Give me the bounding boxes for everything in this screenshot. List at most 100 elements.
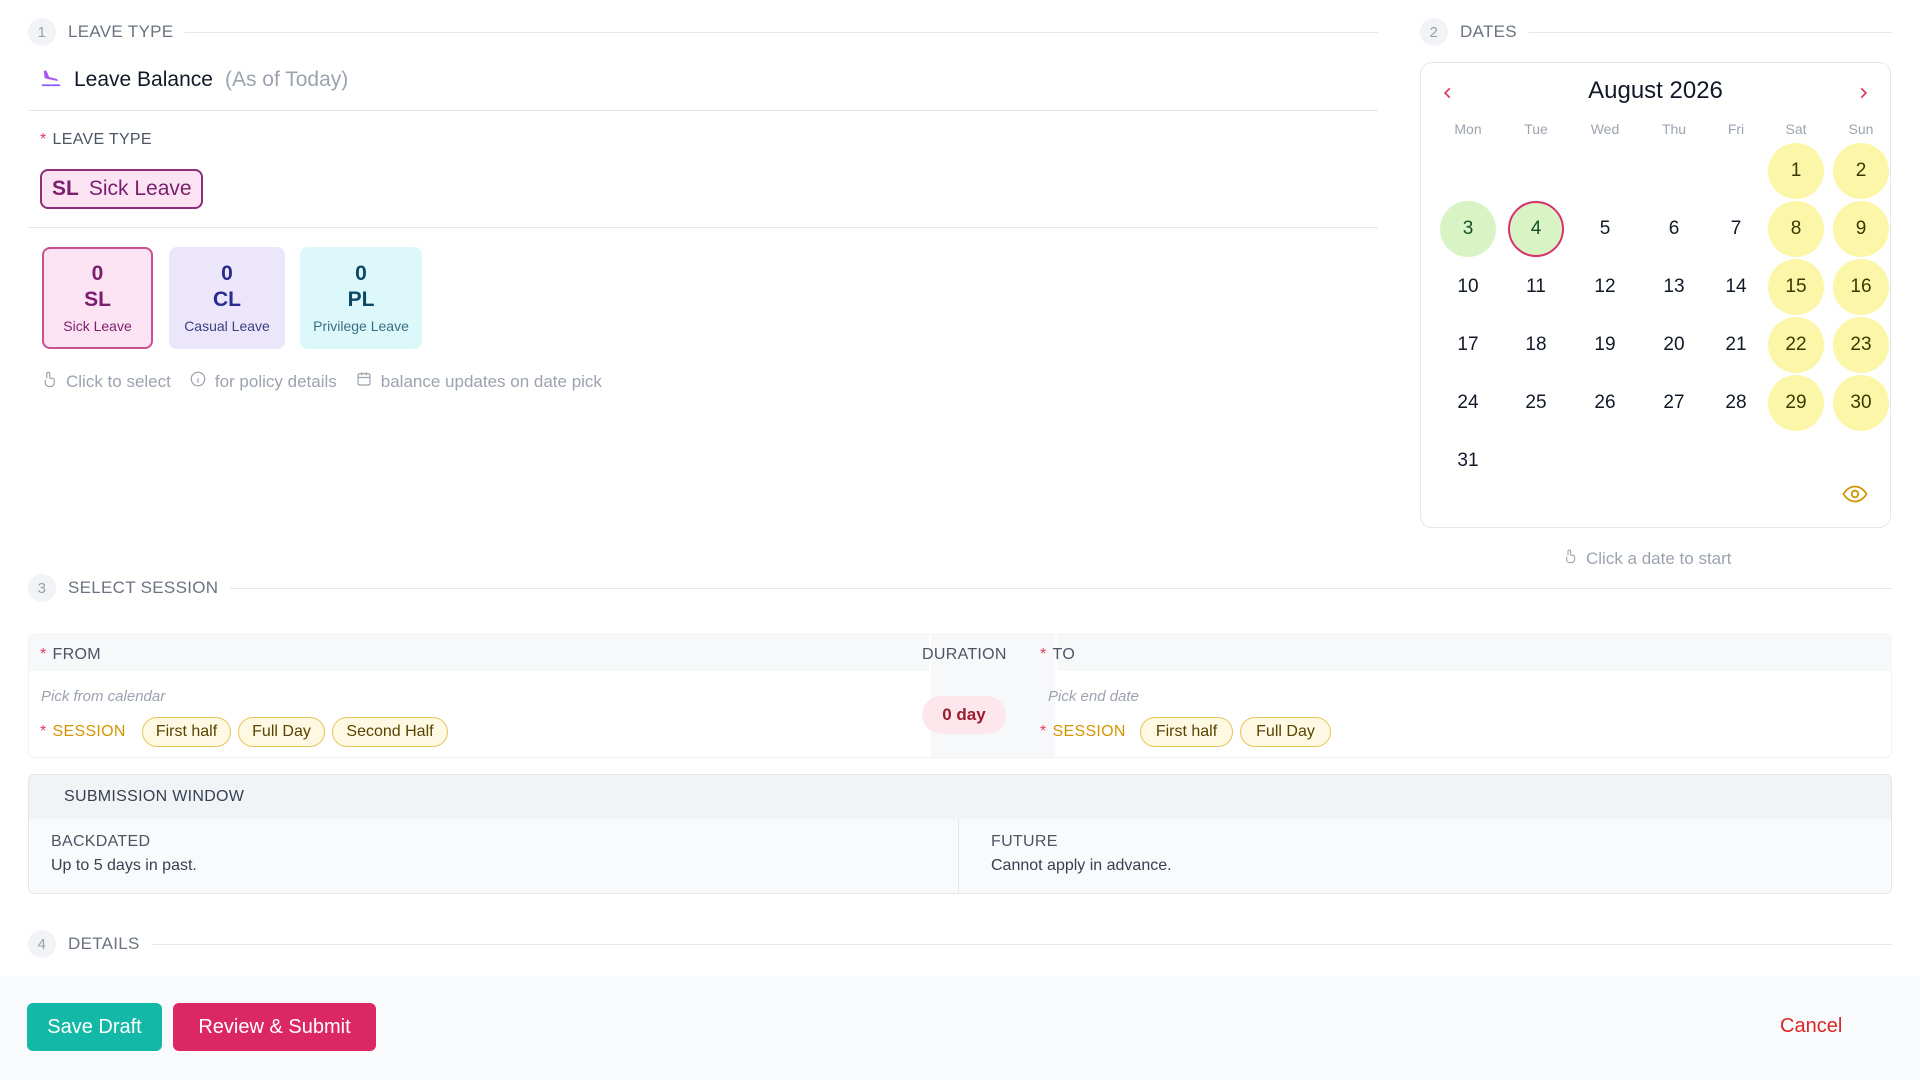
from-label: * FROM	[40, 646, 101, 663]
leave-type-select[interactable]: SL Sick Leave	[40, 169, 203, 209]
calendar-day[interactable]: 12	[1577, 259, 1633, 315]
duration-value: 0 day	[922, 696, 1006, 734]
from-header	[29, 635, 929, 671]
weekday-sat: Sat	[1785, 121, 1807, 137]
calendar-day[interactable]: 3	[1440, 201, 1496, 257]
to-session-label: * SESSION	[1040, 723, 1126, 740]
calendar-day[interactable]: 31	[1440, 433, 1496, 489]
calendar-day[interactable]: 10	[1440, 259, 1496, 315]
calendar-day[interactable]: 20	[1646, 317, 1702, 373]
leave-name: Privilege Leave	[313, 317, 409, 334]
step-number: 3	[28, 574, 56, 602]
calendar-day[interactable]: 17	[1440, 317, 1496, 373]
backdated-text: Up to 5 days in past.	[51, 857, 197, 874]
weekday-fri: Fri	[1727, 121, 1745, 137]
plane-icon	[40, 66, 62, 94]
cancel-button[interactable]: Cancel	[1780, 1015, 1842, 1038]
weekday-thu: Thu	[1661, 121, 1687, 137]
calendar-day[interactable]: 5	[1577, 201, 1633, 257]
weekday-wed: Wed	[1590, 121, 1620, 137]
calendar-day[interactable]: 13	[1646, 259, 1702, 315]
backdated-column: BACKDATED Up to 5 days in past.	[29, 819, 959, 893]
from-first-half-option[interactable]: First half	[142, 717, 231, 747]
leave-card-sick[interactable]: 0 SL Sick Leave	[42, 247, 153, 349]
calendar: August 2026 Mon Tue Wed Thu Fri Sat Sun 123456…	[1420, 62, 1891, 528]
calendar-icon	[355, 370, 373, 393]
weekday-tue: Tue	[1524, 121, 1548, 137]
leave-code: PL	[347, 287, 375, 311]
calendar-day[interactable]: 18	[1508, 317, 1564, 373]
leave-name: Sick Leave	[63, 317, 132, 334]
from-date-field[interactable]: Pick from calendar	[41, 688, 165, 705]
from-full-day-option[interactable]: Full Day	[238, 717, 325, 747]
calendar-day[interactable]: 2	[1833, 143, 1889, 199]
leave-count: 0	[221, 262, 233, 286]
calendar-day[interactable]: 21	[1708, 317, 1764, 373]
leave-type-label: * LEAVE TYPE	[40, 131, 152, 148]
leave-balance-title: Leave Balance (As of Today)	[40, 66, 348, 94]
calendar-day[interactable]: 8	[1768, 201, 1824, 257]
balance-subtitle: (As of Today)	[224, 68, 349, 91]
step-number: 2	[1420, 18, 1448, 46]
calendar-day[interactable]: 24	[1440, 375, 1496, 431]
leave-type-code: SL	[52, 177, 79, 200]
calendar-day[interactable]: 4	[1508, 201, 1564, 257]
calendar-day[interactable]: 23	[1833, 317, 1889, 373]
step-number: 4	[28, 930, 56, 958]
leave-code: SL	[84, 287, 111, 311]
calendar-day[interactable]: 6	[1646, 201, 1702, 257]
calendar-day[interactable]: 1	[1768, 143, 1824, 199]
balance-title: Leave Balance	[74, 68, 213, 91]
step-label: SELECT SESSION	[68, 578, 219, 597]
step-session-header: 3 SELECT SESSION	[28, 574, 1892, 602]
from-session-label: * SESSION	[40, 723, 126, 740]
future-title: FUTURE	[991, 833, 1058, 850]
divider	[151, 943, 1892, 945]
leave-card-casual[interactable]: 0 CL Casual Leave	[169, 247, 285, 349]
future-text: Cannot apply in advance.	[991, 857, 1172, 874]
leave-count: 0	[355, 262, 367, 286]
to-date-field[interactable]: Pick end date	[1048, 688, 1139, 705]
calendar-day[interactable]: 16	[1833, 259, 1889, 315]
calendar-day[interactable]: 30	[1833, 375, 1889, 431]
pointer-icon	[40, 370, 58, 393]
calendar-day[interactable]: 19	[1577, 317, 1633, 373]
step-label: DETAILS	[68, 934, 140, 953]
hint-bar: Click to select for policy details balan…	[40, 370, 602, 393]
from-second-half-option[interactable]: Second Half	[332, 717, 448, 747]
leave-name: Casual Leave	[184, 317, 270, 334]
save-draft-button[interactable]: Save Draft	[27, 1003, 162, 1051]
step-dates-header: 2 DATES	[1420, 18, 1892, 46]
balance-hint: balance updates on date pick	[355, 370, 602, 393]
calendar-day[interactable]: 28	[1708, 375, 1764, 431]
calendar-day[interactable]: 11	[1508, 259, 1564, 315]
calendar-day[interactable]: 7	[1708, 201, 1764, 257]
calendar-day[interactable]: 15	[1768, 259, 1824, 315]
leave-type-name: Sick Leave	[88, 177, 192, 200]
divider	[230, 587, 1892, 589]
calendar-day[interactable]: 26	[1577, 375, 1633, 431]
calendar-day[interactable]: 9	[1833, 201, 1889, 257]
calendar-day[interactable]: 29	[1768, 375, 1824, 431]
calendar-day[interactable]: 22	[1768, 317, 1824, 373]
info-icon	[189, 370, 207, 393]
review-submit-button[interactable]: Review & Submit	[173, 1003, 376, 1051]
leave-card-privilege[interactable]: 0 PL Privilege Leave	[300, 247, 422, 349]
weekday-sun: Sun	[1848, 121, 1874, 137]
eye-icon[interactable]	[1842, 484, 1868, 509]
calendar-day[interactable]: 27	[1646, 375, 1702, 431]
calendar-day[interactable]: 14	[1708, 259, 1764, 315]
step-label: DATES	[1460, 22, 1517, 41]
chevron-right-icon[interactable]	[1856, 83, 1870, 106]
step-details-header: 4 DETAILS	[28, 930, 1892, 958]
step-label: LEAVE TYPE	[68, 22, 174, 41]
step-number: 1	[28, 18, 56, 46]
weekday-mon: Mon	[1454, 121, 1482, 137]
divider	[28, 227, 1378, 228]
duration-label: DURATION	[922, 646, 1007, 663]
to-full-day-option[interactable]: Full Day	[1240, 717, 1331, 747]
calendar-day[interactable]: 25	[1508, 375, 1564, 431]
click-hint: Click to select	[40, 370, 171, 393]
to-first-half-option[interactable]: First half	[1140, 717, 1233, 747]
pointer-icon	[1562, 548, 1578, 569]
